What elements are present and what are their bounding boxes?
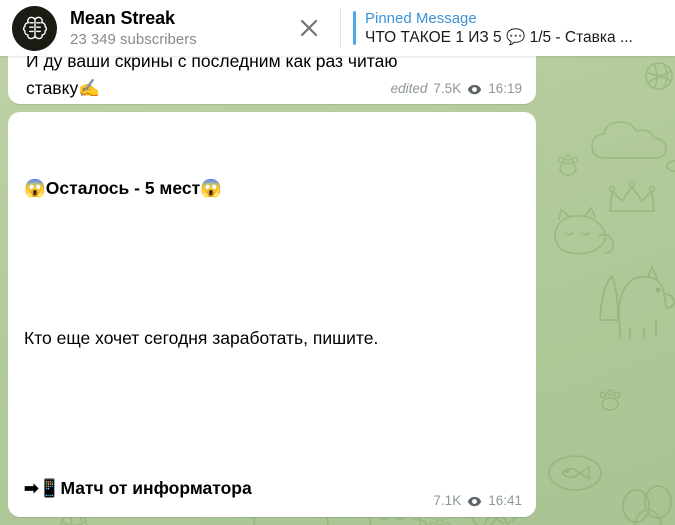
message-meta-previous: edited 7.5K 16:19: [391, 81, 522, 96]
pinned-message-preview: ЧТО ТАКОЕ 1 ИЗ 5 💬 1/5 - Ставка ...: [365, 28, 633, 46]
view-count: 7.1K: [433, 493, 462, 508]
channel-info[interactable]: Mean Streak 23 349 subscribers: [0, 0, 340, 56]
brain-icon: [22, 16, 47, 40]
message-body: 😱Осталось - 5 мест😱 Кто еще хочет сегодн…: [8, 112, 536, 525]
pinned-accent-bar: [353, 11, 356, 45]
pinned-message[interactable]: Pinned Message ЧТО ТАКОЕ 1 ИЗ 5 💬 1/5 - …: [341, 0, 675, 56]
chat-header: Mean Streak 23 349 subscribers Pinned Me…: [0, 0, 675, 56]
close-icon[interactable]: [296, 15, 322, 41]
avatar[interactable]: [12, 5, 57, 51]
subscriber-count: 23 349 subscribers: [70, 30, 197, 48]
eye-icon: [467, 82, 482, 97]
edited-label: edited: [390, 81, 428, 96]
pinned-message-text: Pinned Message ЧТО ТАКОЕ 1 ИЗ 5 💬 1/5 - …: [365, 9, 633, 48]
message-bubble-main[interactable]: 😱Осталось - 5 мест😱 Кто еще хочет сегодн…: [8, 112, 536, 517]
eye-icon: [467, 494, 482, 509]
view-count: 7.5K: [433, 81, 462, 96]
message-list[interactable]: И ду ваши скрины с последним как раз чит…: [0, 0, 675, 525]
channel-title-block: Mean Streak 23 349 subscribers: [70, 8, 197, 49]
message-text-line: 😱Осталось - 5 мест😱: [24, 178, 222, 198]
message-text-line: Кто еще хочет сегодня заработать, пишите…: [24, 328, 379, 348]
message-text-line: ставку✍: [26, 78, 100, 98]
message-time: 16:19: [488, 81, 522, 96]
pinned-message-label: Pinned Message: [365, 9, 477, 27]
message-time: 16:41: [488, 493, 522, 508]
page-title: Mean Streak: [70, 7, 175, 28]
message-meta-main: 7.1K 16:41: [433, 493, 522, 508]
